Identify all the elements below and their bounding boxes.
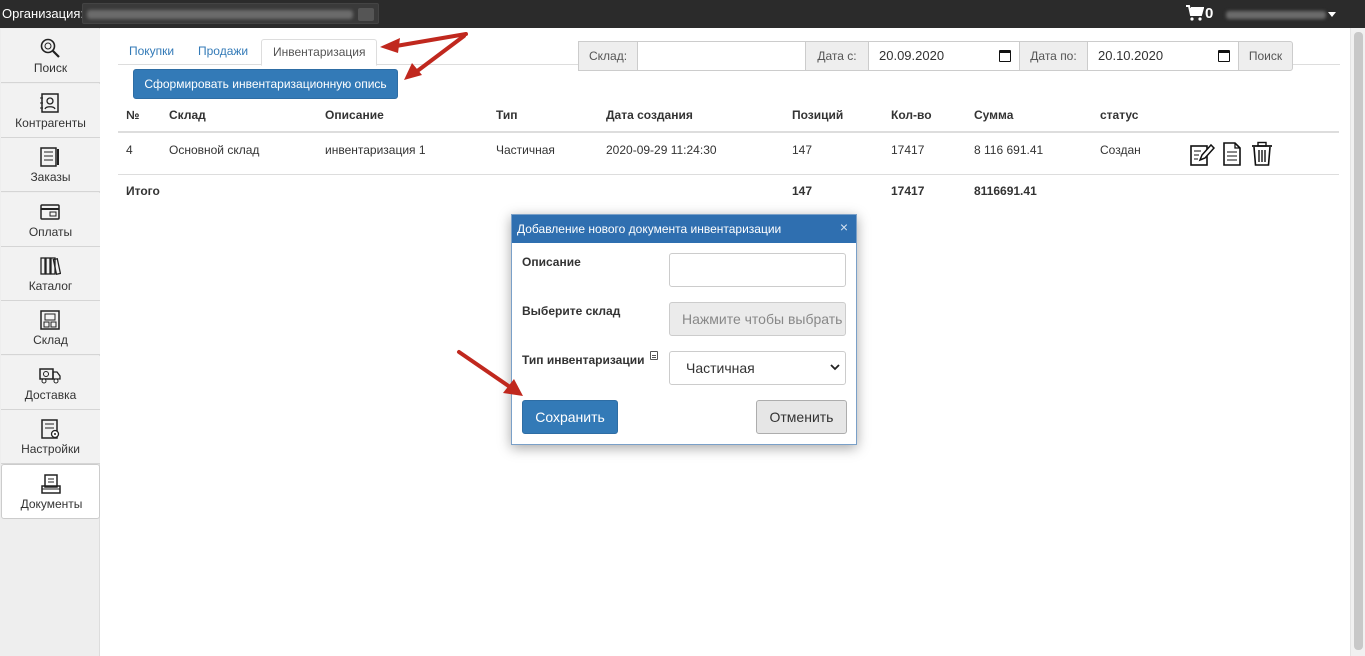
top-bar: Организация: 0 (0, 0, 1365, 28)
cell-description: инвентаризация 1 (325, 143, 426, 157)
inventory-type-label: Тип инвентаризации (522, 353, 645, 367)
warehouse-icon (40, 310, 60, 330)
column-header-qty: Кол-во (891, 108, 932, 122)
sidebar-item-label: Заказы (30, 170, 71, 184)
trash-icon[interactable] (1250, 141, 1274, 167)
chevron-down-icon (358, 8, 374, 21)
add-inventory-dialog: Добавление нового документа инвентаризац… (511, 214, 857, 445)
cell-sum: 8 116 691.41 (974, 143, 1044, 157)
cart-count: 0 (1205, 5, 1214, 22)
sidebar-item-documents[interactable]: Документы (1, 464, 100, 519)
sidebar-item-label: Склад (33, 333, 68, 347)
sidebar-item-label: Оплаты (28, 225, 73, 239)
search-button[interactable]: Поиск (1238, 41, 1293, 71)
delivery-icon (39, 368, 61, 384)
calendar-icon[interactable] (999, 50, 1011, 62)
warehouse-select-label: Выберите склад (522, 304, 621, 318)
sidebar-item-label: Документы (20, 497, 83, 511)
sidebar-item-contacts[interactable]: Контрагенты (1, 84, 100, 138)
inventory-type-value: Частичная (686, 360, 755, 376)
settings-icon (41, 419, 60, 439)
sidebar-item-settings[interactable]: Настройки (1, 410, 100, 464)
date-from-value: 20.09.2020 (879, 48, 945, 63)
date-to-input[interactable]: 20.10.2020 (1087, 41, 1239, 71)
cell-type: Частичная (496, 143, 555, 157)
date-to-value: 20.10.2020 (1098, 48, 1164, 63)
orders-icon (40, 147, 59, 167)
search-icon (40, 38, 60, 58)
close-icon[interactable]: × (838, 220, 850, 234)
user-menu[interactable] (1224, 6, 1342, 24)
cart-button[interactable]: 0 (1186, 4, 1218, 24)
sidebar-item-label: Контрагенты (15, 116, 86, 130)
column-header-positions: Позиций (792, 108, 844, 122)
chevron-down-icon (830, 364, 840, 371)
save-button[interactable]: Сохранить (522, 400, 618, 434)
documents-icon (41, 474, 61, 494)
header-divider (118, 131, 1339, 133)
row-divider (118, 174, 1339, 175)
total-qty: 17417 (891, 184, 925, 198)
help-icon[interactable] (650, 351, 658, 360)
organization-name-blurred (87, 10, 353, 19)
sidebar-item-payments[interactable]: Оплаты (1, 193, 100, 247)
warehouse-filter-label: Склад: (578, 41, 638, 71)
sidebar-item-warehouse[interactable]: Склад (1, 301, 100, 355)
cell-num: 4 (126, 143, 133, 157)
sidebar-item-orders[interactable]: Заказы (1, 138, 100, 192)
cell-positions: 147 (792, 143, 813, 157)
total-positions: 147 (792, 184, 813, 198)
cancel-button[interactable]: Отменить (756, 400, 847, 434)
tab-inventory[interactable]: Инвентаризация (261, 39, 378, 66)
organization-select[interactable] (82, 3, 379, 24)
sidebar-item-catalog[interactable]: Каталог (1, 247, 100, 301)
scrollbar-thumb[interactable] (1354, 32, 1363, 650)
column-header-description: Описание (325, 108, 384, 122)
column-header-warehouse: Склад (169, 108, 206, 122)
description-label: Описание (522, 255, 581, 269)
column-header-status: статус (1100, 108, 1139, 122)
dialog-title: Добавление нового документа инвентаризац… (517, 222, 782, 236)
total-label: Итого (126, 184, 160, 198)
catalog-icon (40, 257, 61, 276)
cell-warehouse: Основной склад (169, 143, 260, 157)
cell-status: Создан (1100, 143, 1141, 157)
column-header-type: Тип (496, 108, 518, 122)
contacts-icon (40, 93, 59, 113)
tab-sales[interactable]: Продажи (187, 39, 259, 65)
sidebar-item-label: Поиск (33, 61, 68, 75)
date-from-input[interactable]: 20.09.2020 (868, 41, 1020, 71)
warehouse-filter-input[interactable] (637, 41, 806, 71)
sidebar: Поиск Контрагенты Заказы Оплаты Каталог … (0, 28, 100, 656)
column-header-sum: Сумма (974, 108, 1014, 122)
vertical-scrollbar[interactable] (1350, 28, 1365, 656)
document-icon[interactable] (1222, 141, 1242, 167)
warehouse-picker[interactable]: Нажмите чтобы выбрать (669, 302, 846, 336)
tab-purchases[interactable]: Покупки (118, 39, 185, 65)
cell-created: 2020-09-29 11:24:30 (606, 143, 717, 157)
edit-icon[interactable] (1189, 141, 1215, 167)
sidebar-item-label: Настройки (21, 442, 80, 456)
user-name-blurred (1226, 11, 1326, 19)
cart-icon (1186, 5, 1204, 21)
create-inventory-button[interactable]: Сформировать инвентаризационную опись (133, 69, 398, 99)
filter-bar: Склад: Дата с: 20.09.2020 Дата по: 20.10… (578, 41, 1294, 71)
sidebar-item-search[interactable]: Поиск (1, 29, 100, 83)
dialog-header: Добавление нового документа инвентаризац… (512, 215, 856, 243)
organization-label: Организация: (2, 6, 85, 21)
description-input[interactable] (669, 253, 846, 287)
sidebar-item-delivery[interactable]: Доставка (1, 356, 100, 410)
inventory-type-select[interactable]: Частичная (669, 351, 846, 385)
calendar-icon[interactable] (1218, 50, 1230, 62)
date-from-label: Дата с: (805, 41, 869, 71)
chevron-down-icon (1328, 12, 1336, 17)
sidebar-item-label: Доставка (24, 388, 77, 402)
total-sum: 8116691.41 (974, 184, 1037, 198)
date-to-label: Дата по: (1019, 41, 1088, 71)
sidebar-item-label: Каталог (28, 279, 73, 293)
column-header-created: Дата создания (606, 108, 693, 122)
cell-qty: 17417 (891, 143, 925, 157)
column-header-num: № (126, 108, 140, 122)
payments-icon (40, 204, 60, 220)
